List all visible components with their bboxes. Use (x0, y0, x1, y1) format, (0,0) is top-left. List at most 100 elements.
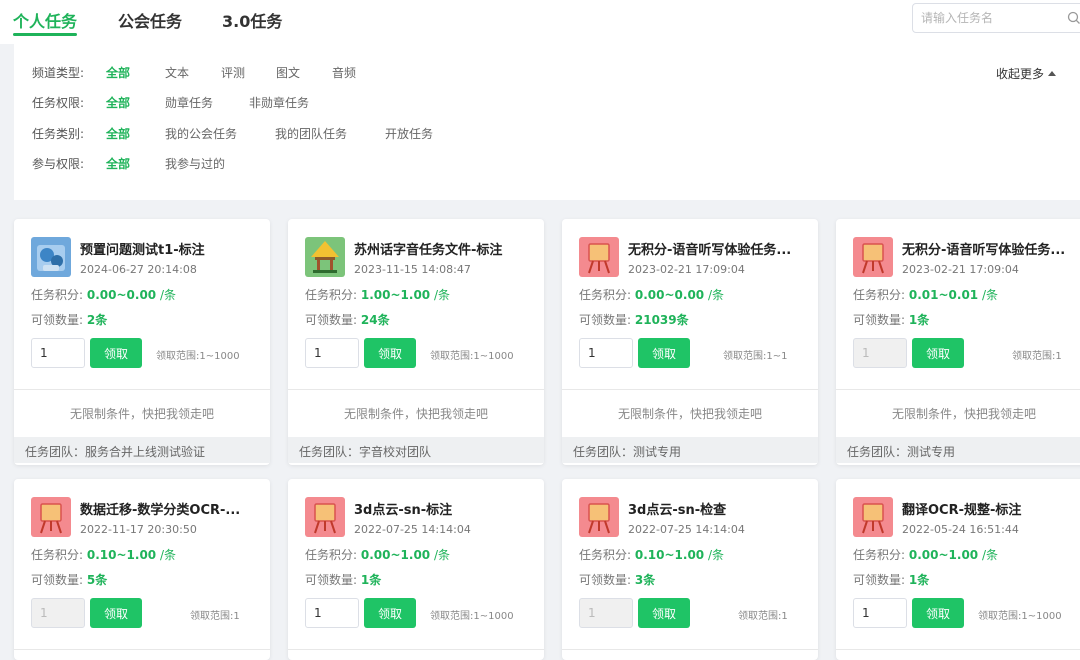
claim-button[interactable]: 领取 (912, 598, 964, 628)
count-value: 1条 (360, 573, 382, 587)
search-input[interactable] (913, 4, 1053, 32)
easel-icon (305, 497, 345, 537)
task-title[interactable]: 无积分-语音听写体验任务... (902, 239, 1080, 258)
points-label: 任务积分: (579, 288, 632, 302)
task-date: 2023-02-21 17:09:04 (628, 263, 745, 276)
count-label: 可领数量: (31, 573, 84, 587)
filter-option-all[interactable]: 全部 (106, 64, 130, 81)
task-title[interactable]: 无积分-语音听写体验任务... (628, 239, 812, 258)
divider (14, 389, 270, 390)
filter-option-my-guild-tasks[interactable]: 我的公会任务 (165, 125, 237, 142)
task-points: 任务积分: 0.10~1.00 /条 (579, 546, 724, 563)
filter-option-medal-task[interactable]: 勋章任务 (165, 94, 213, 111)
task-card: 3d点云-sn-检查 2022-07-25 14:14:04 任务积分: 0.10~… (562, 479, 818, 660)
filter-option-audio[interactable]: 音频 (332, 64, 356, 81)
easel-icon (853, 237, 893, 277)
claim-button[interactable]: 领取 (912, 338, 964, 368)
points-unit: /条 (433, 548, 451, 562)
task-date: 2023-11-15 14:08:47 (354, 263, 471, 276)
task-card: 预置问题测试t1-标注 2024-06-27 20:14:08 任务积分: 0.00… (14, 219, 270, 465)
task-title[interactable]: 3d点云-sn-标注 (354, 499, 538, 518)
task-title[interactable]: 数据迁移-数学分类OCR-... (80, 499, 264, 518)
filter-label: 频道类型: (32, 66, 85, 80)
filter-option-all[interactable]: 全部 (106, 125, 130, 142)
divider (836, 649, 1080, 650)
task-points: 任务积分: 0.00~1.00 /条 (853, 546, 998, 563)
points-label: 任务积分: (853, 288, 906, 302)
no-limit-text: 无限制条件，快把我领走吧 (617, 407, 762, 421)
points-value: 0.00~0.00 (634, 288, 705, 302)
task-card: 无积分-语音听写体验任务... 2023-02-21 17:09:04 任务积分: … (562, 219, 818, 465)
filter-option-participated[interactable]: 我参与过的 (165, 155, 225, 172)
filter-label: 参与权限: (32, 157, 85, 171)
claim-range: 领取范围:1~1000 (978, 611, 1062, 622)
claim-button[interactable]: 领取 (638, 598, 690, 628)
task-title[interactable]: 苏州话字音任务文件-标注 (354, 239, 538, 258)
points-value: 0.10~1.00 (86, 548, 157, 562)
collapse-more-button[interactable]: 收起更多 (996, 65, 1057, 82)
filter-option-all[interactable]: 全部 (106, 94, 130, 111)
quantity-input[interactable] (579, 338, 633, 368)
points-label: 任务积分: (305, 288, 358, 302)
filter-option-text[interactable]: 文本 (165, 64, 189, 81)
task-count: 可领数量: 1条 (853, 311, 929, 328)
points-label: 任务积分: (305, 548, 358, 562)
team-name: 测试专用 (907, 445, 956, 459)
divider (836, 389, 1080, 390)
count-value: 1条 (908, 313, 930, 327)
claim-button[interactable]: 领取 (90, 598, 142, 628)
points-value: 1.00~1.00 (360, 288, 431, 302)
quantity-input[interactable] (31, 338, 85, 368)
tab-3-0-tasks[interactable]: 3.0任务 (222, 8, 282, 32)
filter-option-open-tasks[interactable]: 开放任务 (385, 125, 433, 142)
task-date: 2022-05-24 16:51:44 (902, 523, 1019, 536)
easel-icon (853, 497, 893, 537)
quantity-input[interactable] (305, 338, 359, 368)
task-title[interactable]: 3d点云-sn-检查 (628, 499, 812, 518)
claim-range: 领取范围:1 (190, 611, 240, 622)
points-value: 0.01~0.01 (908, 288, 979, 302)
points-unit: /条 (159, 288, 177, 302)
no-limit-text: 无限制条件，快把我领走吧 (891, 407, 1036, 421)
quantity-input[interactable] (31, 598, 85, 628)
quantity-input[interactable] (305, 598, 359, 628)
quantity-input[interactable] (853, 598, 907, 628)
points-unit: /条 (981, 288, 999, 302)
task-count: 可领数量: 21039条 (579, 311, 689, 328)
task-points: 任务积分: 0.00~1.00 /条 (305, 546, 450, 563)
filter-label: 任务类别: (32, 127, 85, 141)
claim-button[interactable]: 领取 (364, 598, 416, 628)
divider (562, 389, 818, 390)
tab-personal-tasks[interactable]: 个人任务 (13, 8, 78, 36)
count-value: 21039条 (634, 313, 689, 327)
quantity-input[interactable] (853, 338, 907, 368)
tab-guild-tasks[interactable]: 公会任务 (118, 8, 182, 32)
count-label: 可领数量: (853, 573, 906, 587)
claim-button[interactable]: 领取 (90, 338, 142, 368)
divider (288, 389, 544, 390)
count-value: 5条 (86, 573, 108, 587)
team-label: 任务团队： (299, 445, 360, 459)
easel-icon (579, 237, 619, 277)
quantity-input[interactable] (579, 598, 633, 628)
task-title[interactable]: 翻译OCR-规整-标注 (902, 499, 1080, 518)
claim-button[interactable]: 领取 (638, 338, 690, 368)
search-icon[interactable] (1067, 11, 1080, 25)
filter-option-all[interactable]: 全部 (106, 155, 130, 172)
points-label: 任务积分: (31, 288, 84, 302)
points-value: 0.00~0.00 (86, 288, 157, 302)
points-unit: /条 (433, 288, 451, 302)
caret-up-icon (1048, 71, 1057, 76)
filter-option-my-team-tasks[interactable]: 我的团队任务 (275, 125, 347, 142)
filter-option-non-medal-task[interactable]: 非勋章任务 (249, 94, 309, 111)
filter-option-review[interactable]: 评测 (221, 64, 245, 81)
points-value: 0.10~1.00 (634, 548, 705, 562)
points-label: 任务积分: (853, 548, 906, 562)
filter-option-image-text[interactable]: 图文 (276, 64, 300, 81)
points-unit: /条 (981, 548, 999, 562)
task-card: 翻译OCR-规整-标注 2022-05-24 16:51:44 任务积分: 0.00… (836, 479, 1080, 660)
claim-button[interactable]: 领取 (364, 338, 416, 368)
team-name: 服务合并上线测试验证 (85, 445, 206, 459)
task-title[interactable]: 预置问题测试t1-标注 (80, 239, 264, 258)
team-label: 任务团队： (573, 445, 634, 459)
